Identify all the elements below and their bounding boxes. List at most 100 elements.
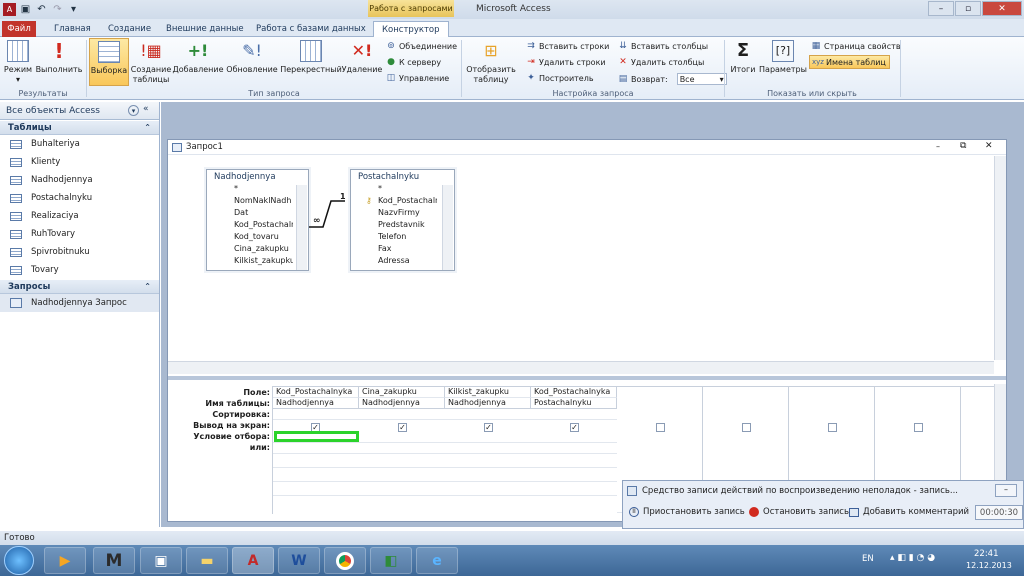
primary-key-field[interactable]: ⚷ Kod_Postachaln [351,196,437,208]
access-app[interactable]: A [232,547,274,574]
pause-record-button[interactable]: II Приостановить запись [629,507,745,517]
upper-pane-vertical-scrollbar[interactable] [994,156,1006,360]
field-list-title[interactable]: Postachalnyku [351,170,454,184]
show-checkbox[interactable] [742,423,751,432]
grid-field-cell[interactable]: Kod_Postachalnyka [531,387,617,398]
field-item[interactable]: Kilkist_zakupku [207,256,293,268]
nav-table-item[interactable]: Nadhodjennya [0,171,159,189]
run-button[interactable]: ! Выполнить [35,40,83,75]
return-dropdown[interactable]: Все ▾ [676,73,727,85]
nav-dropdown-icon[interactable]: ▾ [128,105,139,116]
nav-table-item[interactable]: Realizaciya [0,207,159,225]
tab-database-tools[interactable]: Работа с базами данных [248,21,374,37]
word-app[interactable]: W [278,547,320,574]
nav-group-queries[interactable]: Запросы ⌃ [0,280,159,294]
tab-home[interactable]: Главная [46,21,99,37]
union-button[interactable]: ⊚ Объединение [386,41,457,51]
tab-external-data[interactable]: Внешние данные [158,21,252,37]
passthrough-button[interactable]: ● К серверу [386,57,441,67]
customize-qat-icon[interactable]: ▾ [67,3,80,16]
redo-icon[interactable]: ↷ [51,3,64,16]
access-logo-icon[interactable]: A [3,3,16,16]
nav-pane-header[interactable]: Все объекты Access ▾ « [0,102,159,120]
tray-icons[interactable]: ▴ ◧ ▮ ◔ ◕ [890,553,935,563]
field-item[interactable]: * [351,184,437,196]
field-item[interactable]: NomNaklNadh [207,196,293,208]
nav-query-item[interactable]: Nadhodjennya Запрос [0,294,159,312]
append-button[interactable]: +! Добавление [172,40,224,75]
table-names-button[interactable]: xyz Имена таблиц [809,55,890,69]
select-query-button[interactable]: Выборка [89,38,129,86]
nav-table-item[interactable]: RuhTovary [0,225,159,243]
delete-rows-button[interactable]: ⇥ Удалить строки [526,57,605,67]
nav-table-item[interactable]: Spivrobitnuku [0,243,159,261]
show-checkbox[interactable]: ✓ [570,423,579,432]
tab-design[interactable]: Конструктор [373,21,449,38]
tab-file[interactable]: Файл [2,21,36,37]
field-list-scrollbar[interactable] [296,185,307,270]
field-item[interactable]: Fax [351,244,437,256]
builder-button[interactable]: ✦ Построитель [526,73,593,83]
insert-columns-button[interactable]: ⇊ Вставить столбцы [618,41,708,51]
delete-columns-button[interactable]: ✕ Удалить столбцы [618,57,704,67]
chrome-app[interactable] [324,547,366,574]
field-list-nadhodjennya[interactable]: Nadhodjennya * NomNaklNadh Dat Kod_Posta… [206,169,309,271]
data-definition-button[interactable]: ◫ Управление [386,73,449,83]
field-item[interactable]: Kod_tovaru [207,232,293,244]
field-list-title[interactable]: Nadhodjennya [207,170,308,184]
totals-button[interactable]: Σ Итоги [727,40,759,75]
nav-group-tables[interactable]: Таблицы ⌃ [0,121,159,135]
parameters-button[interactable]: [?] Параметры [759,40,807,75]
nav-table-item[interactable]: Buhalteriya [0,135,159,153]
show-checkbox[interactable] [828,423,837,432]
close-button[interactable]: ✕ [982,1,1022,16]
field-item[interactable]: Adressa [351,256,437,268]
start-button[interactable] [4,546,34,575]
window-restore-icon[interactable]: ⧉ [960,141,966,151]
insert-rows-button[interactable]: ⇉ Вставить строки [526,41,609,51]
field-item[interactable]: NazvFirmy [351,208,437,220]
media-player-app[interactable]: ▶ [44,547,86,574]
grid-field-cell[interactable]: Cina_zakupku [359,387,445,398]
grid-field-cell[interactable]: Kilkist_zakupku [445,387,531,398]
crosstab-button[interactable]: Перекрестный [280,40,342,75]
image-viewer-app[interactable]: ▣ [140,547,182,574]
clock-time[interactable]: 22:41 [974,549,999,559]
minimize-button[interactable]: – [928,1,954,16]
field-list-scrollbar[interactable] [442,185,453,270]
show-checkbox[interactable]: ✓ [484,423,493,432]
explorer-app[interactable]: ▬ [186,547,228,574]
property-sheet-button[interactable]: ▦ Страница свойств [811,41,901,51]
add-comment-button[interactable]: Добавить комментарий [849,507,969,517]
field-item[interactable]: * [207,184,293,196]
mode-button[interactable]: Режим ▾ [3,40,33,85]
tab-create[interactable]: Создание [100,21,159,37]
internet-explorer-app[interactable]: e [416,547,458,574]
shutter-bar-close-icon[interactable]: « [143,104,149,114]
field-item[interactable]: Telefon [351,232,437,244]
upper-pane-horizontal-scrollbar[interactable] [168,361,994,374]
show-checkbox[interactable] [914,423,923,432]
clock-date[interactable]: 12.12.2013 [966,561,1012,570]
save-icon[interactable]: ▣ [19,3,32,16]
psr-minimize-button[interactable]: – [995,484,1017,497]
delete-query-button[interactable]: ✕! Удаление [342,40,383,75]
update-button[interactable]: ✎! Обновление [225,40,279,75]
stop-record-button[interactable]: Остановить запись [749,507,849,517]
window-close-icon[interactable]: ✕ [985,141,993,151]
steps-recorder-app[interactable]: ◧ [370,547,412,574]
show-table-button[interactable]: ⊞ Отобразить таблицу [464,40,518,85]
field-item[interactable]: Cina_zakupku [207,244,293,256]
undo-icon[interactable]: ↶ [35,3,48,16]
pane-splitter[interactable] [168,376,1006,380]
grid-field-cell[interactable]: Kod_Postachalnyka [273,387,359,398]
language-indicator[interactable]: EN [862,554,874,564]
show-checkbox[interactable]: ✓ [398,423,407,432]
nav-table-item[interactable]: Tovary [0,261,159,279]
make-table-button[interactable]: !▦ Создание таблицы [131,40,172,85]
window-minimize-icon[interactable]: – [936,142,940,151]
maximize-button[interactable]: ▫ [955,1,981,16]
field-item[interactable]: Kod_Postachaln [207,220,293,232]
criteria-cell-active[interactable] [274,431,359,442]
m-app[interactable]: M [93,547,135,574]
